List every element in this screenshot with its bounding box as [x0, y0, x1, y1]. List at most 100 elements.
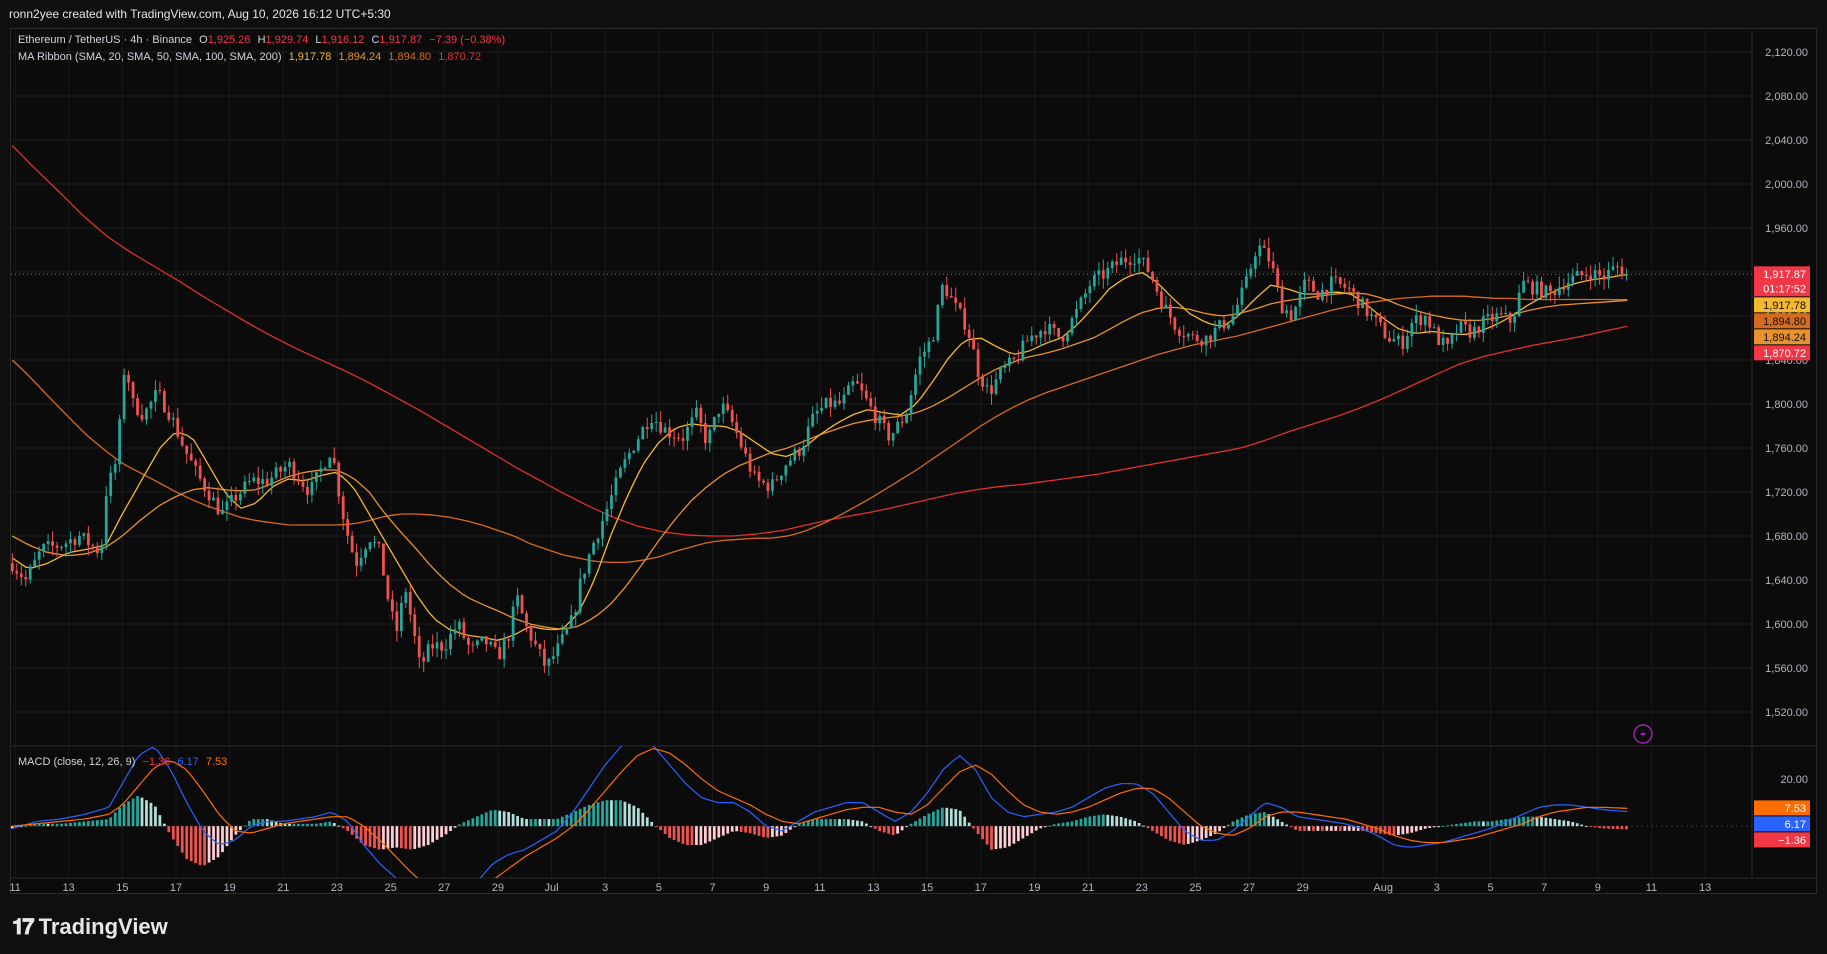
- time-tick-label: 11: [1646, 882, 1657, 894]
- candle-body: [78, 535, 81, 545]
- macd-histogram-bar: [887, 826, 891, 834]
- candle-body: [1388, 338, 1391, 342]
- candle-body: [212, 497, 215, 501]
- macd-histogram-bar: [167, 826, 171, 833]
- macd-histogram-bar: [1557, 819, 1561, 827]
- macd-histogram-bar: [86, 821, 90, 827]
- price-legend: Ethereum / TetherUS · 4h · Binance O1,92…: [18, 34, 509, 46]
- price-badge-text: 1,870.72: [1763, 348, 1806, 360]
- candle-body: [1414, 315, 1418, 324]
- candle-body: [1410, 323, 1414, 337]
- candle-body: [976, 349, 980, 377]
- candle-body: [726, 403, 730, 411]
- candle-body: [1611, 266, 1615, 270]
- candle-body: [221, 510, 224, 515]
- macd-histogram-bar: [82, 821, 86, 827]
- candle-body: [1473, 326, 1476, 338]
- macd-histogram-bar: [480, 814, 484, 827]
- macd-histogram-bar: [601, 801, 604, 827]
- time-tick-label: 11: [9, 882, 20, 894]
- ma-ribbon-label[interactable]: MA Ribbon (SMA, 20, SMA, 50, SMA, 100, S…: [18, 51, 282, 63]
- symbol-label[interactable]: Ethereum / TetherUS · 4h · Binance: [18, 34, 192, 46]
- macd-histogram-bar: [176, 826, 180, 847]
- candle-body: [1361, 298, 1365, 309]
- candle-body: [1365, 298, 1369, 316]
- macd-histogram-bar: [247, 820, 251, 827]
- macd-histogram-bar: [976, 826, 980, 834]
- candle-body: [310, 481, 314, 496]
- time-tick-label: 19: [1028, 882, 1040, 894]
- price-tick-label: 2,120.00: [1765, 47, 1808, 59]
- candle-body: [923, 351, 926, 357]
- candle-body: [672, 437, 676, 439]
- candle-body: [860, 383, 864, 391]
- candle-body: [265, 478, 269, 486]
- candle-body: [145, 408, 148, 420]
- macd-line-value: 6.17: [177, 756, 199, 768]
- macd-histogram-bar: [306, 823, 309, 827]
- time-tick-label: 11: [814, 882, 825, 894]
- macd-histogram-bar: [69, 822, 72, 827]
- macd-histogram-bar: [314, 823, 318, 827]
- candle-body: [355, 552, 359, 566]
- candle-body: [896, 421, 900, 434]
- macd-histogram-bar: [395, 826, 399, 848]
- macd-histogram-bar: [1459, 823, 1463, 827]
- price-tick-label: 1,600.00: [1765, 619, 1808, 631]
- high-label: H: [257, 34, 266, 46]
- tradingview-logo[interactable]: 𝟏𝟕 TradingView: [12, 914, 168, 940]
- macd-histogram-bar: [1151, 826, 1154, 831]
- macd-histogram-bar: [896, 826, 900, 834]
- candle-body: [1155, 279, 1159, 292]
- macd-histogram-bar: [435, 826, 439, 840]
- candle-body: [194, 460, 198, 466]
- candle-body: [323, 467, 327, 469]
- macd-histogram-bar: [1092, 815, 1096, 827]
- price-chart[interactable]: 1,520.00 1,560.00 1,600.00 1,640.00 1,680.00…: [0, 0, 1827, 954]
- candle-body: [1200, 340, 1204, 346]
- price-tick-label: 1,760.00: [1765, 443, 1808, 455]
- candle-body: [1459, 321, 1463, 333]
- candle-body: [556, 643, 560, 657]
- macd-histogram-bar: [64, 823, 68, 827]
- candle-body: [1137, 258, 1141, 264]
- candle-body: [1468, 324, 1472, 338]
- macd-histogram-bar: [507, 812, 511, 827]
- candle-body: [1115, 261, 1119, 265]
- time-tick-label: 29: [492, 882, 504, 894]
- candle-body: [136, 398, 139, 416]
- macd-label[interactable]: MACD (close, 12, 26, 9): [18, 756, 135, 768]
- price-tick-label: 2,040.00: [1765, 135, 1808, 147]
- macd-histogram-bar: [1012, 826, 1016, 844]
- macd-histogram-bar: [1625, 826, 1628, 830]
- candle-body: [748, 453, 752, 472]
- candle-body: [1227, 324, 1230, 329]
- macd-histogram-bar: [511, 813, 515, 827]
- macd-histogram-bar: [1177, 826, 1181, 844]
- candle-body: [1271, 261, 1275, 269]
- candle-body: [69, 539, 72, 544]
- candle-body: [180, 436, 184, 446]
- open-label: O: [199, 34, 208, 46]
- macd-histogram-bar: [547, 819, 551, 827]
- candle-body: [46, 541, 50, 545]
- candle-body: [1347, 287, 1351, 289]
- macd-histogram-bar: [109, 817, 113, 827]
- candle-body: [86, 533, 90, 546]
- candle-body: [359, 557, 363, 566]
- macd-histogram-bar: [1414, 826, 1418, 832]
- candle-body: [619, 467, 622, 478]
- time-tick-label: 9: [1595, 882, 1601, 894]
- candle-body: [319, 468, 323, 473]
- candle-body: [963, 308, 967, 330]
- macd-histogram-bar: [1110, 815, 1114, 827]
- candle-body: [444, 649, 448, 651]
- macd-histogram-bar: [346, 826, 350, 831]
- candle-body: [900, 421, 904, 423]
- candle-body: [856, 381, 859, 384]
- candle-body: [95, 546, 99, 554]
- candle-body: [645, 426, 649, 429]
- candle-body: [368, 542, 372, 550]
- macd-histogram-bar: [1593, 826, 1597, 828]
- macd-histogram-bar: [1307, 826, 1311, 831]
